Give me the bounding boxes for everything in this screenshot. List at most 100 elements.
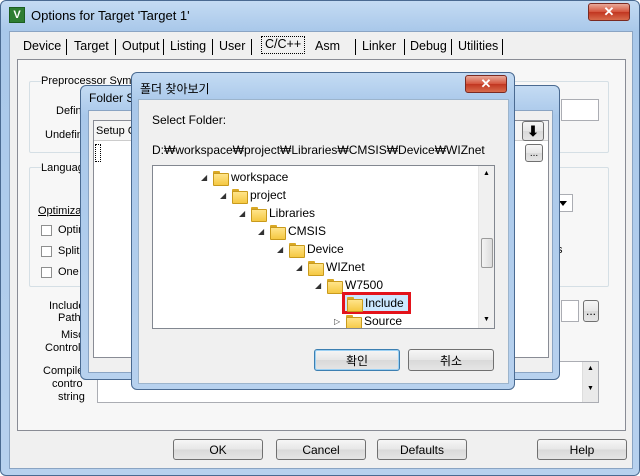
one-checkbox[interactable] <box>41 267 52 278</box>
collapsed-icon: ▷ <box>334 316 341 326</box>
tree-item-label: CMSIS <box>288 224 327 238</box>
browse-cancel-button[interactable]: 취소 <box>408 349 494 371</box>
tree-item-label: Libraries <box>269 206 316 220</box>
chevron-down-icon <box>559 201 567 206</box>
window-title: Options for Target 'Target 1' <box>31 8 190 23</box>
tab-device[interactable]: Device <box>20 39 64 57</box>
tab-divider <box>355 39 356 55</box>
tree-item-label: Include <box>365 296 404 310</box>
tree-item-label: Source <box>364 314 403 328</box>
expanded-icon: ◢ <box>296 262 303 272</box>
folder-tree[interactable]: ◢ workspace ◢ project ◢ Libraries ◢ CMSI… <box>152 165 495 329</box>
folder-icon <box>251 206 267 222</box>
folder-setup-title: Folder S <box>89 91 135 105</box>
setup-header-label: Setup C <box>96 125 136 137</box>
tree-item-label: workspace <box>231 170 289 184</box>
tab-divider <box>115 39 116 55</box>
tree-item-project[interactable]: ◢ project <box>220 186 286 204</box>
ok-button[interactable]: OK <box>173 439 263 460</box>
app-icon: V <box>9 7 25 23</box>
folder-icon <box>232 188 248 204</box>
tab-user[interactable]: User <box>216 39 248 57</box>
tab-output[interactable]: Output <box>119 39 163 57</box>
compiler-string-label: string <box>58 391 85 403</box>
language-label: Languag <box>41 162 84 174</box>
tree-item-label: Device <box>307 242 344 256</box>
down-arrow-icon: ⬇ <box>527 122 539 139</box>
optimize-checkbox[interactable] <box>41 225 52 236</box>
define-label: Defin <box>56 105 82 117</box>
folder-icon <box>346 314 362 328</box>
cancel-button[interactable]: Cancel <box>276 439 366 460</box>
include-paths-field[interactable] <box>561 300 579 322</box>
tab-target[interactable]: Target <box>71 39 112 57</box>
expanded-icon: ◢ <box>258 226 265 236</box>
tab-asm[interactable]: Asm <box>312 39 343 57</box>
tab-c-cpp[interactable]: C/C++ <box>261 36 306 54</box>
selected-path: D:₩workspace₩project₩Libraries₩CMSIS₩Dev… <box>152 143 485 157</box>
tree-item-cmsis[interactable]: ◢ CMSIS <box>258 222 326 240</box>
folder-icon <box>270 224 286 240</box>
tab-listing[interactable]: Listing <box>167 39 209 57</box>
setup-edit-field[interactable] <box>95 144 101 162</box>
folder-icon <box>347 296 363 312</box>
select-folder-label: Select Folder: <box>152 113 227 127</box>
tab-divider <box>212 39 213 55</box>
tree-scrollbar[interactable]: ▲ ▼ <box>478 166 494 328</box>
tree-item-source[interactable]: ▷ Source <box>334 312 403 328</box>
tab-divider <box>251 39 252 55</box>
tab-divider <box>451 39 452 55</box>
scroll-up-icon: ▲ <box>587 365 594 372</box>
defaults-button[interactable]: Defaults <box>377 439 467 460</box>
tree-item-device[interactable]: ◢ Device <box>277 240 344 258</box>
expanded-icon: ◢ <box>201 172 208 182</box>
tab-utilities[interactable]: Utilities <box>455 39 501 57</box>
expanded-icon: ◢ <box>277 244 284 254</box>
include-browse-button[interactable]: ... <box>583 300 599 322</box>
optimization-label: Optimizat <box>38 205 85 217</box>
tab-divider <box>404 39 405 55</box>
folder-icon <box>289 242 305 258</box>
define-field[interactable] <box>561 99 599 121</box>
compiler-label: Compile <box>43 365 84 377</box>
tab-linker[interactable]: Linker <box>359 39 399 57</box>
tree-item-workspace[interactable]: ◢ workspace <box>201 168 288 186</box>
browse-close-button[interactable]: ✕ <box>465 75 507 93</box>
setup-browse-button[interactable]: ... <box>525 144 543 162</box>
scroll-up-icon[interactable]: ▲ <box>483 170 490 177</box>
scroll-thumb[interactable] <box>481 238 493 268</box>
folder-icon <box>327 278 343 294</box>
compiler-scrollbar[interactable]: ▲ ▼ <box>582 362 598 402</box>
undefine-label: Undefin <box>45 129 83 141</box>
tab-divider <box>163 39 164 55</box>
help-button[interactable]: Help <box>537 439 627 460</box>
expanded-icon: ◢ <box>220 190 227 200</box>
tree-item-libraries[interactable]: ◢ Libraries <box>239 204 315 222</box>
close-icon: ✕ <box>603 4 615 19</box>
tab-divider <box>502 39 503 55</box>
folder-icon <box>308 260 324 276</box>
move-down-button[interactable]: ⬇ <box>522 121 544 141</box>
tab-debug[interactable]: Debug <box>407 39 450 57</box>
one-label: One <box>58 266 79 278</box>
compiler-control-label: contro <box>52 378 83 390</box>
tree-item-label: project <box>250 188 287 202</box>
scroll-down-icon[interactable]: ▼ <box>483 316 490 323</box>
browse-title: 폴더 찾아보기 <box>140 82 210 96</box>
tree-item-include[interactable]: Include <box>334 292 411 314</box>
tree-item-wiznet[interactable]: ◢ WIZnet <box>296 258 365 276</box>
confirm-button[interactable]: 확인 <box>314 349 400 371</box>
ellipsis-label: ... <box>585 304 596 318</box>
expanded-icon: ◢ <box>315 280 322 290</box>
close-icon: ✕ <box>480 76 492 91</box>
selected-highlight: Include <box>342 292 411 314</box>
expanded-icon: ◢ <box>239 208 246 218</box>
scroll-down-icon: ▼ <box>587 385 594 392</box>
tree-item-label: W7500 <box>345 278 384 292</box>
close-button[interactable]: ✕ <box>588 3 630 21</box>
tab-divider <box>66 39 67 55</box>
tree-item-label: WIZnet <box>326 260 365 274</box>
folder-icon <box>213 170 229 186</box>
split-checkbox[interactable] <box>41 246 52 257</box>
browse-folder-dialog: 폴더 찾아보기 ✕ Select Folder: D:₩workspace₩pr… <box>131 72 515 390</box>
